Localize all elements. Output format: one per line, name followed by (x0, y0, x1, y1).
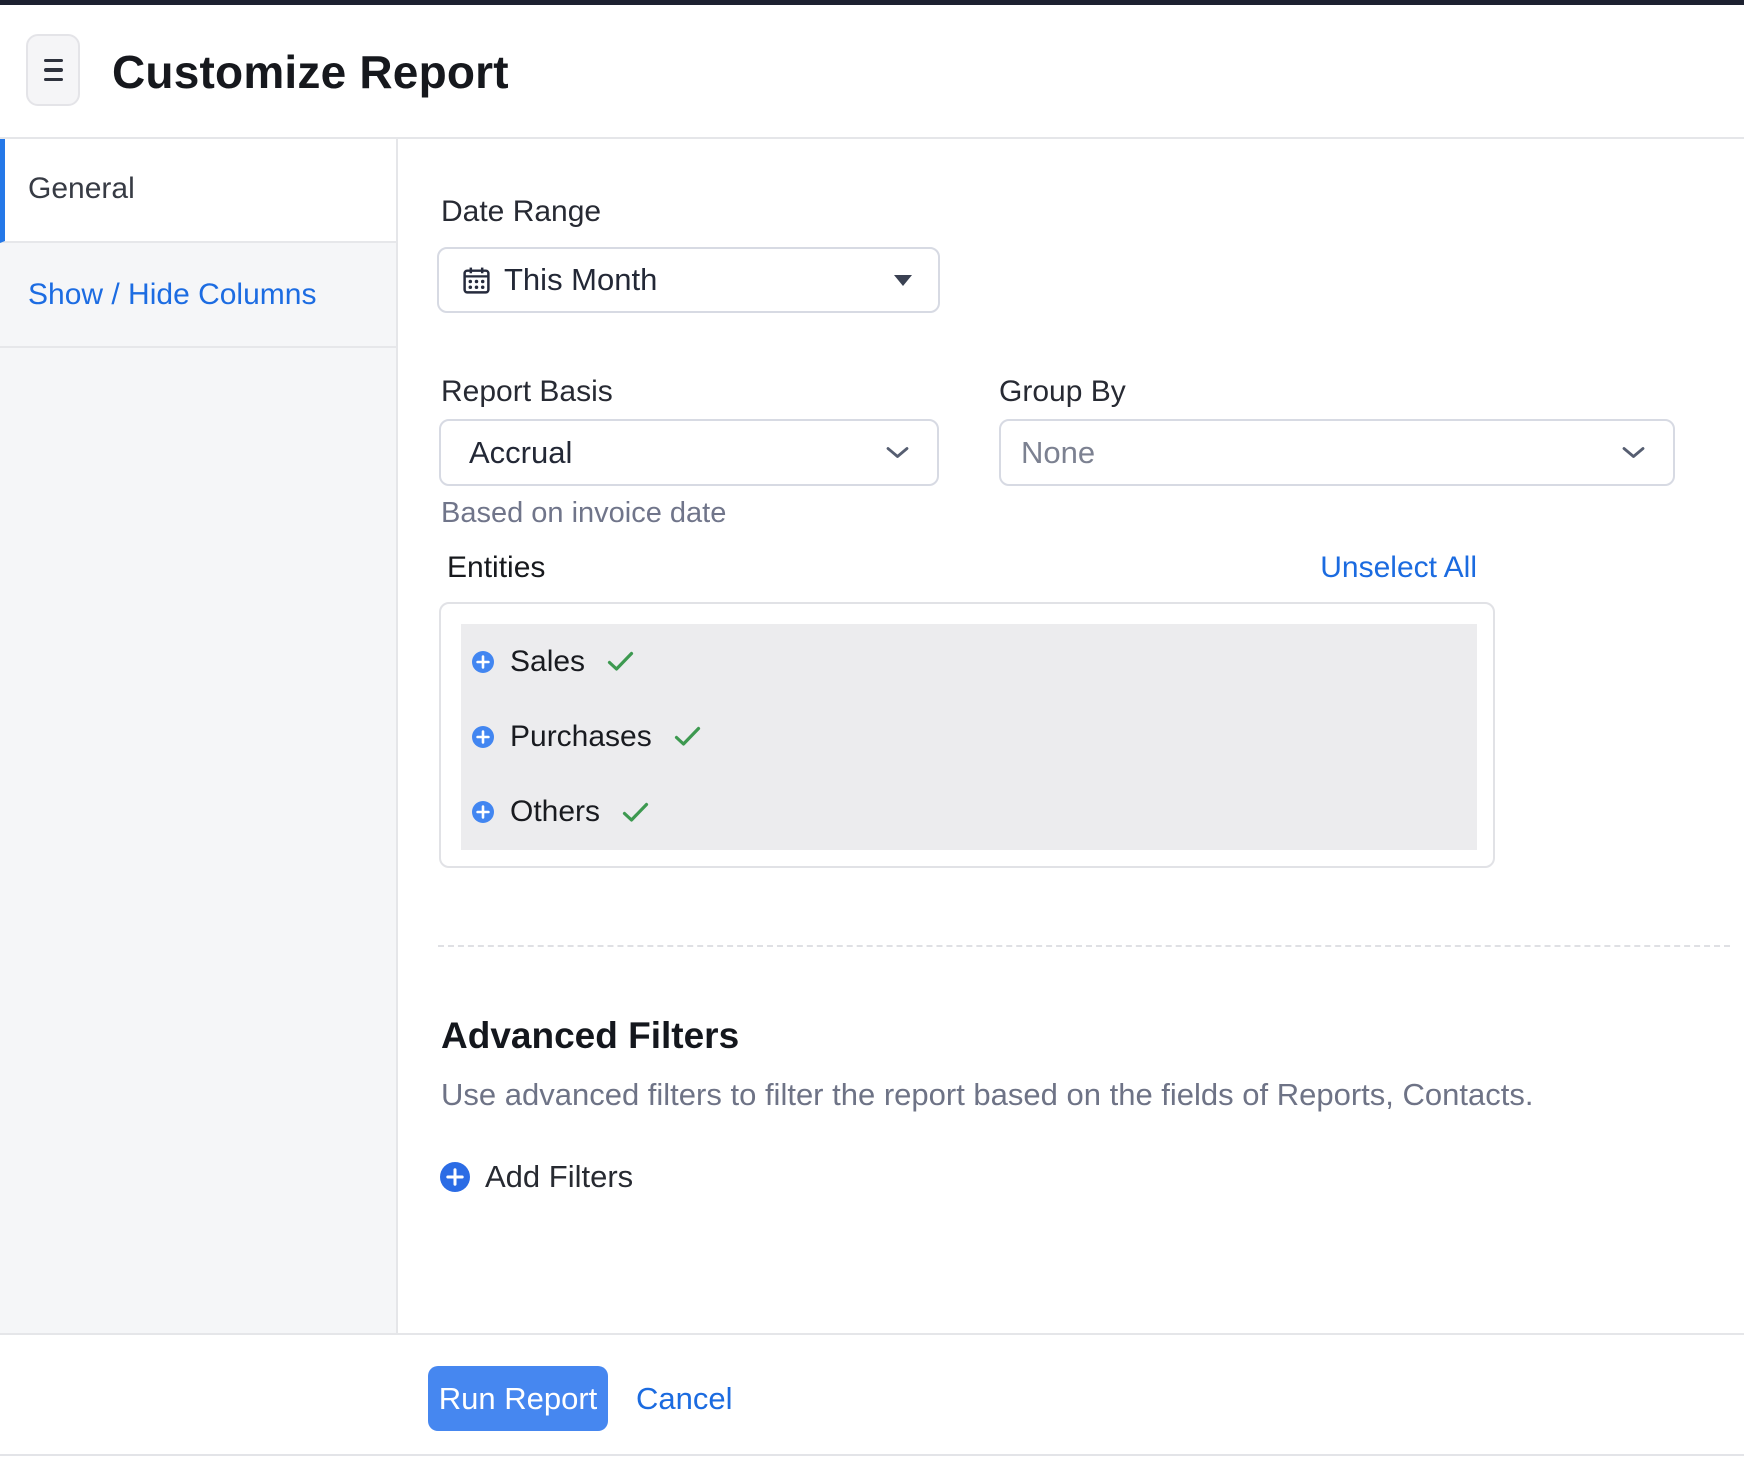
section-divider (438, 945, 1730, 947)
entity-row-others[interactable]: Others (461, 775, 1477, 850)
page-title: Customize Report (112, 5, 509, 139)
report-basis-value: Accrual (469, 435, 572, 471)
check-icon (674, 726, 701, 747)
calendar-icon (461, 265, 492, 296)
unselect-all-link[interactable]: Unselect All (1320, 551, 1477, 585)
entities-box: Sales Purchases (439, 602, 1495, 868)
report-basis-select[interactable]: Accrual (439, 419, 939, 486)
run-report-button[interactable]: Run Report (428, 1366, 608, 1431)
sidebar-item-general[interactable]: General (0, 139, 396, 243)
group-by-select[interactable]: None (999, 419, 1675, 486)
add-filters-label: Add Filters (485, 1159, 633, 1195)
plus-circle-icon (440, 1162, 470, 1192)
entity-row-purchases[interactable]: Purchases (461, 699, 1477, 774)
general-panel: Date Range This Month Report Basis Accru… (398, 139, 1744, 1333)
entity-label: Sales (510, 645, 585, 679)
hamburger-icon (44, 59, 63, 82)
sidebar-item-show-hide-columns-label: Show / Hide Columns (28, 278, 316, 311)
report-basis-label: Report Basis (441, 375, 613, 409)
sidebar-item-show-hide-columns[interactable]: Show / Hide Columns (0, 243, 396, 348)
date-range-label: Date Range (441, 195, 601, 229)
entity-label: Others (510, 795, 600, 829)
entities-label: Entities (447, 551, 545, 585)
check-icon (607, 651, 634, 672)
footer-bar: Run Report Cancel (0, 1333, 1744, 1456)
plus-circle-icon[interactable] (472, 651, 494, 673)
check-icon (622, 802, 649, 823)
chevron-down-icon (886, 446, 909, 459)
sidebar-item-general-label: General (28, 172, 135, 205)
plus-circle-icon[interactable] (472, 726, 494, 748)
report-basis-helper: Based on invoice date (441, 497, 726, 530)
advanced-filters-title: Advanced Filters (441, 1015, 739, 1057)
date-range-value: This Month (504, 262, 657, 298)
entities-list: Sales Purchases (461, 624, 1477, 850)
date-range-select[interactable]: This Month (437, 247, 940, 313)
advanced-filters-description: Use advanced filters to filter the repor… (441, 1077, 1533, 1113)
entity-label: Purchases (510, 720, 652, 754)
sidebar: General Show / Hide Columns (0, 139, 398, 1333)
cancel-button[interactable]: Cancel (636, 1366, 733, 1431)
plus-circle-icon[interactable] (472, 801, 494, 823)
add-filters-button[interactable]: Add Filters (440, 1157, 633, 1197)
group-by-label: Group By (999, 375, 1126, 409)
header: Customize Report (0, 5, 1744, 139)
caret-down-icon (894, 275, 912, 286)
entity-row-sales[interactable]: Sales (461, 624, 1477, 699)
group-by-value: None (1021, 435, 1095, 471)
chevron-down-icon (1622, 446, 1645, 459)
menu-button[interactable] (26, 34, 80, 106)
customize-report-page: Customize Report General Show / Hide Col… (0, 0, 1744, 1462)
